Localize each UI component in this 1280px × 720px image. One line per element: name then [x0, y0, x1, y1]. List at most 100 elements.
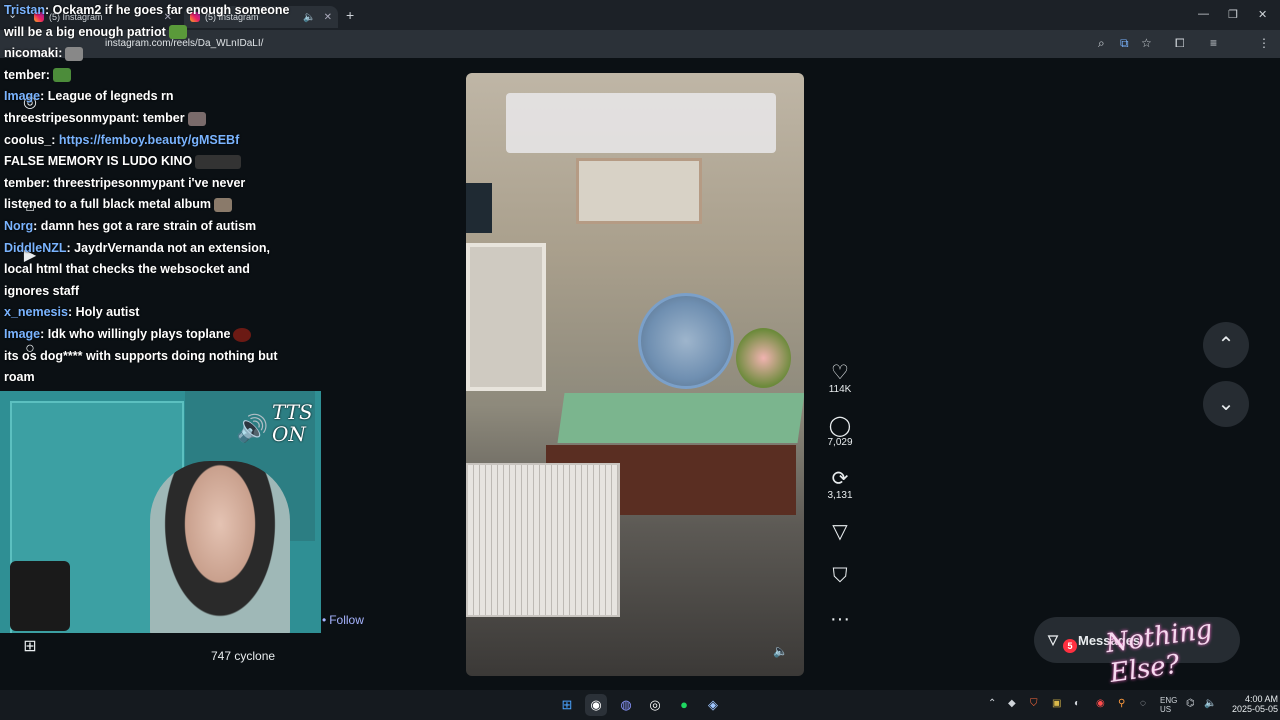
tab-audio-icon[interactable]: 🔈: [303, 12, 315, 23]
minimize-button[interactable]: —: [1198, 8, 1209, 20]
tts-on-label: TTS ON: [272, 400, 313, 446]
tray-app-icon[interactable]: ◉: [1096, 698, 1105, 709]
more-menu-icon[interactable]: ⊞: [20, 636, 40, 656]
chat-message: its os dog**** with supports doing nothi…: [4, 346, 294, 389]
wifi-icon[interactable]: ◌: [1140, 698, 1146, 709]
new-tab-button[interactable]: +: [346, 7, 354, 23]
chat-username: Image: [4, 326, 41, 341]
video-fan: [638, 293, 734, 389]
reel-video[interactable]: 🔈: [466, 73, 804, 676]
chevron-up-icon: ⌃: [1217, 334, 1235, 356]
discord-icon[interactable]: ◍: [615, 694, 637, 716]
video-picture-frame: [576, 158, 702, 224]
chat-message: DiddleNZL: JaydrVernanda not an extensio…: [4, 238, 294, 303]
emote-icon: [52, 68, 71, 83]
windows-start-icon[interactable]: ⊞: [556, 694, 578, 716]
emote-icon: [65, 46, 84, 61]
network-icon[interactable]: ⌬: [1186, 698, 1195, 709]
emote-icon: [195, 154, 242, 169]
clock-time: 4:00 AM: [1245, 694, 1279, 704]
chat-text: : Ockam2 if he goes far enough someone w…: [4, 3, 290, 39]
repost-action[interactable]: ⟳ 3,131: [822, 468, 858, 501]
messages-icon: ▽: [1048, 632, 1058, 647]
media-control-icon[interactable]: ≡: [1210, 36, 1217, 50]
obs-icon[interactable]: ◎: [644, 694, 666, 716]
browser-menu-icon[interactable]: ⋮: [1258, 36, 1270, 50]
chat-link[interactable]: https://femboy.beauty/gMSEBf: [59, 133, 239, 147]
install-app-icon[interactable]: ⧉: [1120, 36, 1129, 51]
video-table: [557, 393, 804, 443]
comment-action[interactable]: ◯ 7,029: [822, 415, 858, 448]
bookmark-star-icon[interactable]: ☆: [1141, 36, 1152, 50]
chat-text: : damn hes got a rare strain of autism: [33, 218, 257, 233]
chat-message: threestripesonmypant: tember: [4, 108, 294, 130]
chat-username: Image: [4, 89, 41, 104]
comment-count: 7,029: [827, 437, 853, 448]
chat-username: coolus_: [4, 132, 52, 147]
chat-text: : Idk who willingly plays toplane: [40, 326, 231, 341]
chat-username: tember: [4, 67, 46, 82]
speaker-icon: 🔊: [236, 413, 269, 443]
maximize-button[interactable]: ❐: [1228, 8, 1238, 21]
language-indicator[interactable]: ENG US: [1160, 696, 1177, 714]
channel-label: 747 cyclone: [211, 649, 276, 663]
previous-reel-button[interactable]: ⌃: [1203, 322, 1249, 368]
windows-taskbar: ⊞ ◉ ◍ ◎ ● ◈ ⌃ ◆ ⛉ ▣ ◐ ◉ ⚲ ◌ ENG US ⌬ 🔈 4…: [0, 690, 1280, 720]
system-clock[interactable]: 4:00 AM 2025-05-05: [1232, 694, 1278, 714]
chat-message: nicomaki:: [4, 43, 294, 65]
chat-message: FALSE MEMORY IS LUDO KINO: [4, 151, 294, 173]
cam-microphone: [10, 561, 70, 631]
share-action[interactable]: ▽: [822, 521, 858, 543]
chat-message: coolus_: https://femboy.beauty/gMSEBf: [4, 130, 294, 152]
spotify-icon[interactable]: ●: [673, 694, 695, 716]
video-box-fan: [466, 243, 546, 391]
streamer: [150, 461, 290, 633]
volume-icon[interactable]: 🔈: [1204, 698, 1216, 709]
chat-text: : tember: [135, 110, 185, 125]
more-icon[interactable]: ···: [822, 608, 858, 630]
share-icon[interactable]: ▽: [822, 521, 858, 543]
heart-icon[interactable]: ♡: [822, 362, 858, 384]
chat-text: FALSE MEMORY IS LUDO KINO: [4, 154, 193, 169]
save-action[interactable]: ⛉: [822, 565, 858, 587]
tray-app-icon[interactable]: ◐: [1074, 698, 1080, 709]
more-options[interactable]: ···: [822, 608, 858, 630]
repost-count: 3,131: [827, 490, 853, 501]
tray-overflow-icon[interactable]: ⌃: [988, 698, 996, 709]
clock-date: 2025-05-05: [1232, 704, 1279, 714]
tray-app-icon[interactable]: ◆: [1008, 698, 1016, 709]
close-tab-icon[interactable]: ✕: [324, 12, 332, 23]
chrome-icon[interactable]: ◉: [585, 694, 607, 716]
video-air-purifier: [466, 463, 620, 617]
repost-icon[interactable]: ⟳: [822, 468, 858, 490]
chat-username: nicomaki: [4, 46, 59, 61]
comment-icon[interactable]: ◯: [822, 415, 858, 437]
video-flowers: [736, 328, 791, 388]
close-window-button[interactable]: ✕: [1258, 8, 1267, 21]
chevron-down-icon: ⌄: [1217, 393, 1235, 415]
follow-button[interactable]: • Follow: [322, 613, 364, 627]
mute-icon[interactable]: 🔈: [773, 644, 788, 658]
emote-icon: [187, 111, 206, 126]
bookmark-icon[interactable]: ⛉: [822, 565, 858, 587]
next-reel-button[interactable]: ⌄: [1203, 381, 1249, 427]
chat-text: : League of legneds rn: [40, 89, 174, 104]
zoom-icon[interactable]: ⌕: [1098, 36, 1105, 51]
chat-text: :: [51, 132, 56, 147]
chat-text: :: [45, 67, 50, 82]
video-curtain: [506, 93, 776, 153]
chat-text: : Holy autist: [67, 305, 140, 320]
chat-message: x_nemesis: Holy autist: [4, 302, 294, 324]
stream-chat: Tristan: Ockam2 if he goes far enough so…: [4, 0, 294, 389]
messages-badge: 5: [1063, 639, 1077, 653]
like-action[interactable]: ♡ 114K: [822, 362, 858, 395]
tray-app-icon[interactable]: ⚲: [1118, 698, 1125, 709]
steam-icon[interactable]: ◈: [702, 694, 724, 716]
tray-app-icon[interactable]: ▣: [1052, 698, 1061, 709]
video-doorway: [466, 183, 492, 233]
emote-icon: [168, 25, 187, 40]
chat-message: Norg: damn hes got a rare strain of auti…: [4, 216, 294, 238]
chat-username: Norg: [4, 218, 34, 233]
brave-tray-icon[interactable]: ⛉: [1030, 698, 1038, 709]
extensions-icon[interactable]: ⧠: [1175, 36, 1185, 51]
